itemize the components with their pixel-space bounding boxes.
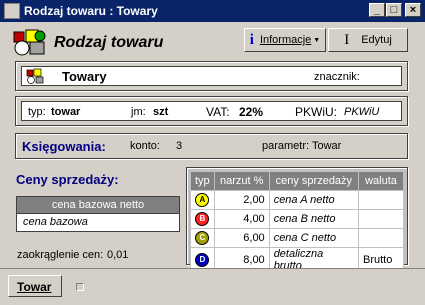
jm-value: szt bbox=[153, 106, 169, 118]
row-waluta bbox=[358, 190, 404, 210]
details-box[interactable]: typ: towar jm: szt VAT: 22% PKWiU: PKWiU bbox=[21, 101, 402, 121]
tab-scroll-indicator[interactable] bbox=[76, 283, 84, 291]
prices-title: Ceny sprzedaży: bbox=[16, 172, 119, 187]
row-cena: cena B netto bbox=[268, 209, 360, 229]
col-narzut: narzut % bbox=[213, 171, 270, 191]
table-row[interactable]: B 4,00 cena B netto bbox=[190, 209, 404, 229]
row-waluta bbox=[358, 228, 404, 248]
typ-value: towar bbox=[51, 106, 81, 118]
row-typ: B bbox=[190, 209, 215, 229]
accounting-title: Księgowania: bbox=[22, 139, 106, 154]
edit-label: Edytuj bbox=[361, 34, 392, 46]
typ-label: typ: bbox=[28, 106, 46, 118]
rounding-value[interactable]: 0,01 bbox=[107, 249, 128, 261]
tab-towar-label: Towar bbox=[17, 280, 52, 294]
maximize-icon[interactable]: □ bbox=[386, 3, 402, 17]
konto-label: konto: bbox=[130, 140, 160, 152]
minimize-icon[interactable]: _ bbox=[369, 3, 385, 17]
row-narzut: 4,00 bbox=[213, 209, 270, 229]
price-table-panel: typ narzut % ceny sprzedaży waluta A 2,00… bbox=[186, 167, 408, 273]
edit-cursor-icon: I bbox=[344, 31, 350, 48]
price-type-icon: A bbox=[195, 193, 210, 207]
row-narzut: 6,00 bbox=[213, 228, 270, 248]
row-cena: cena A netto bbox=[268, 190, 360, 210]
table-row[interactable]: A 2,00 cena A netto bbox=[190, 190, 404, 210]
parametr-value: Towar bbox=[312, 140, 342, 152]
record-name: Towary bbox=[62, 69, 107, 84]
tab-strip bbox=[0, 268, 425, 305]
jm-label: jm: bbox=[131, 106, 146, 118]
vat-label: VAT: bbox=[206, 105, 230, 119]
title-bar[interactable]: Rodzaj towaru : Towary _ □ × bbox=[0, 0, 425, 22]
tab-towar[interactable]: Towar bbox=[8, 275, 62, 297]
info-button[interactable]: i Informacje ▼ bbox=[244, 28, 326, 52]
marker-label: znacznik: bbox=[314, 71, 360, 83]
dropdown-arrow-icon: ▼ bbox=[313, 36, 321, 44]
col-typ: typ bbox=[190, 171, 215, 191]
col-ceny: ceny sprzedaży bbox=[268, 171, 360, 191]
base-price-value[interactable]: cena bazowa bbox=[23, 216, 88, 228]
goods-icon bbox=[12, 28, 48, 56]
price-type-icon: B bbox=[195, 212, 210, 226]
base-price-box: cena bazowa netto cena bazowa bbox=[16, 196, 180, 232]
parametr-label: parametr: bbox=[262, 140, 310, 152]
info-icon: i bbox=[249, 31, 254, 48]
record-box: Towary znacznik: bbox=[21, 66, 402, 86]
details-panel: typ: towar jm: szt VAT: 22% PKWiU: PKWiU bbox=[15, 96, 408, 126]
konto-value: 3 bbox=[176, 140, 183, 152]
pkwiu-value: PKWiU bbox=[344, 106, 380, 118]
col-waluta: waluta bbox=[358, 171, 404, 191]
window-title: Rodzaj towaru : Towary bbox=[24, 4, 158, 18]
price-type-icon: D bbox=[195, 253, 210, 267]
price-type-icon: C bbox=[195, 231, 210, 245]
app-icon bbox=[4, 3, 20, 19]
row-cena: cena C netto bbox=[268, 228, 360, 248]
accounting-panel: Księgowania: konto: 3 parametr: Towar bbox=[15, 133, 408, 159]
info-label: Informacje bbox=[259, 34, 312, 46]
price-table[interactable]: typ narzut % ceny sprzedaży waluta A 2,00… bbox=[190, 171, 404, 273]
page-title: Rodzaj towaru bbox=[54, 34, 164, 51]
close-icon[interactable]: × bbox=[405, 3, 421, 17]
row-narzut: 2,00 bbox=[213, 190, 270, 210]
vat-value: 22% bbox=[239, 105, 264, 119]
record-panel: Towary znacznik: bbox=[15, 61, 408, 91]
base-price-header: cena bazowa netto bbox=[17, 197, 179, 214]
pkwiu-label: PKWiU: bbox=[295, 105, 337, 119]
row-waluta bbox=[358, 209, 404, 229]
goods-small-icon bbox=[26, 68, 44, 84]
row-typ: C bbox=[190, 228, 215, 248]
row-typ: A bbox=[190, 190, 215, 210]
rounding-label: zaokrąglenie cen: bbox=[17, 249, 104, 261]
table-row[interactable]: C 6,00 cena C netto bbox=[190, 228, 404, 248]
edit-button[interactable]: I Edytuj bbox=[328, 28, 408, 52]
